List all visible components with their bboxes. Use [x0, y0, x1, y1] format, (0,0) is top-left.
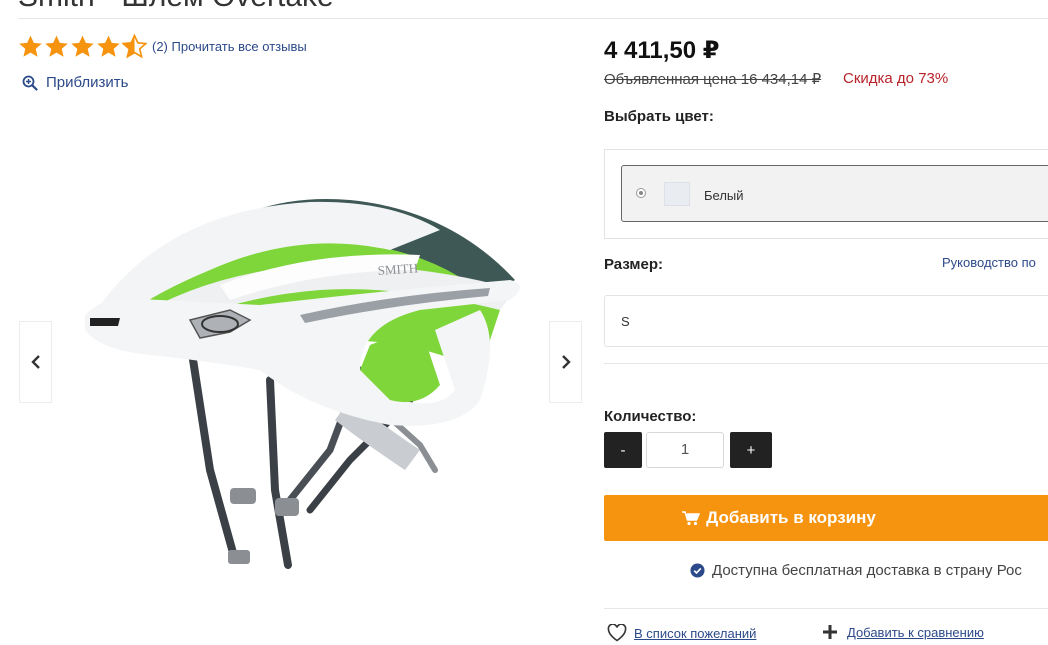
image-next-button[interactable] [549, 321, 582, 403]
current-price: 4 411,50 ₽ [604, 37, 720, 64]
plus-icon [823, 625, 837, 639]
color-label: Выбрать цвет: [604, 108, 714, 125]
product-image: SMITH [85, 199, 520, 569]
color-swatch [664, 182, 690, 206]
chevron-left-icon [30, 355, 40, 369]
zoom-label: Приблизить [46, 74, 129, 91]
add-to-cart-button[interactable]: Добавить в корзину [604, 495, 1048, 541]
color-radio[interactable] [636, 188, 646, 198]
divider [604, 608, 1048, 609]
product-title: Smith - Шлем Overtake [18, 0, 334, 14]
heart-icon [607, 624, 627, 642]
image-prev-button[interactable] [19, 321, 52, 403]
quantity-input[interactable]: 1 [646, 432, 724, 468]
discount-label: Скидка до 73% [843, 70, 949, 87]
zoom-in-icon [22, 75, 38, 91]
quantity-decrease-button[interactable]: - [604, 432, 642, 468]
size-label: Размер: [604, 256, 664, 273]
helmet-brand-text: SMITH [377, 260, 418, 278]
chevron-right-icon [561, 355, 571, 369]
star-full-icon [19, 35, 42, 57]
shipping-info: Доступна бесплатная доставка в страну Ро… [690, 562, 1022, 579]
add-to-cart-label: Добавить в корзину [706, 508, 876, 527]
star-half-icon [122, 34, 147, 59]
divider [18, 18, 1048, 19]
wishlist-link[interactable]: В список пожеланий [607, 624, 756, 642]
size-select-value: S [621, 314, 630, 329]
quantity-label: Количество: [604, 408, 697, 425]
cart-icon [682, 510, 701, 525]
quantity-increase-button[interactable]: + [730, 432, 772, 468]
compare-link[interactable]: Добавить к сравнению [822, 624, 984, 640]
reviews-link[interactable]: (2) Прочитать все отзывы [152, 39, 307, 54]
divider [604, 363, 1048, 364]
size-guide-link[interactable]: Руководство по [942, 255, 1036, 270]
rating-stars [18, 34, 147, 59]
color-option-label: Белый [704, 188, 744, 203]
star-full-icon [71, 35, 94, 57]
shipping-text: Доступна бесплатная доставка в страну Ро… [712, 562, 1022, 579]
old-price: Объявленная цена 16 434,14 ₽ [604, 71, 822, 88]
zoom-link[interactable]: Приблизить [22, 74, 129, 91]
star-full-icon [97, 35, 120, 57]
size-select[interactable] [604, 295, 1048, 347]
compare-label: Добавить к сравнению [847, 624, 984, 640]
wishlist-label: В список пожеланий [634, 625, 757, 641]
star-full-icon [45, 35, 68, 57]
check-circle-icon [690, 563, 705, 578]
